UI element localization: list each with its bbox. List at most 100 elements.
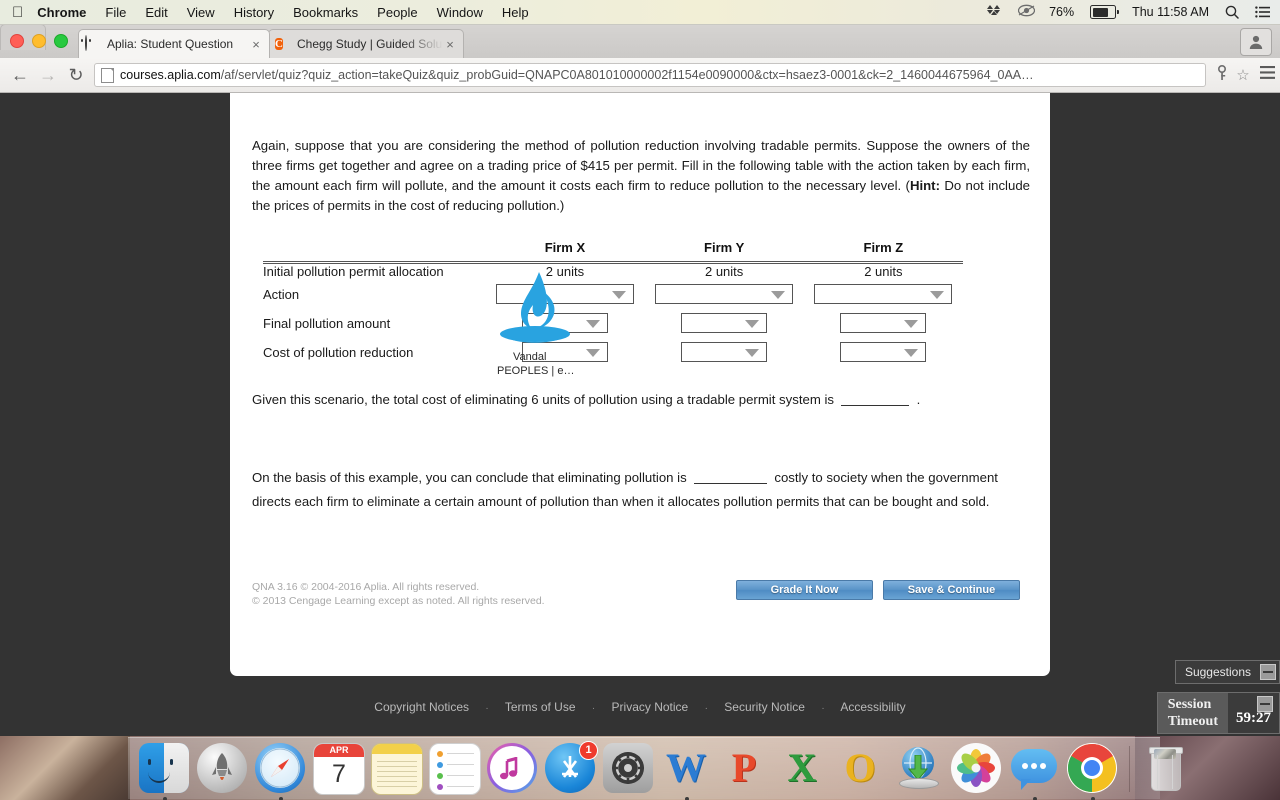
spotlight-search-icon[interactable]: [1225, 5, 1239, 19]
page-footer-area: QNA 3.16 © 2004-2016 Aplia. All rights r…: [252, 580, 1028, 608]
running-indicator-dot: [1091, 796, 1095, 800]
dock-item-powerpoint[interactable]: P: [719, 743, 771, 795]
bookmark-star-icon[interactable]: ☆: [1232, 66, 1254, 84]
table-row: Initial pollution permit allocation 2 un…: [263, 263, 963, 279]
dock-item-safari[interactable]: [255, 742, 307, 800]
dock-item-finder[interactable]: [139, 742, 191, 800]
menu-item-chrome[interactable]: Chrome: [37, 5, 86, 20]
forward-arrow-icon[interactable]: →: [34, 66, 62, 84]
tab-chegg-study[interactable]: C Chegg Study | Guided Solu ×: [268, 29, 464, 58]
session-timeout-timer: 59:27: [1236, 710, 1271, 726]
suggestions-widget[interactable]: Suggestions: [1174, 660, 1280, 684]
dock-item-calendar[interactable]: APR 7: [313, 742, 365, 795]
total-cost-input[interactable]: [841, 392, 910, 406]
tab-title: Chegg Study | Guided Solu: [297, 37, 443, 51]
url-domain: courses.aplia.com: [120, 68, 221, 82]
footer-link-accessibility[interactable]: Accessibility: [840, 700, 905, 714]
menu-item-bookmarks[interactable]: Bookmarks: [293, 5, 358, 20]
menu-item-help[interactable]: Help: [502, 5, 529, 20]
footer-link-terms-of-use[interactable]: Terms of Use: [505, 700, 576, 714]
conclusion-text-before: On the basis of this example, you can co…: [252, 470, 687, 485]
battery-percent-label: 76%: [1049, 5, 1075, 19]
tab-title: Aplia: Student Question: [107, 37, 234, 51]
conclusion-input[interactable]: [694, 470, 768, 484]
close-icon[interactable]: ×: [443, 37, 457, 52]
apple-menu-icon[interactable]: : [12, 5, 23, 20]
footer-link-security-notice[interactable]: Security Notice: [724, 700, 805, 714]
dock-separator: [1129, 745, 1130, 792]
dock-item-system-preferences[interactable]: [603, 742, 655, 795]
action-buttons: Grade It Now Save & Continue: [736, 580, 1020, 600]
row-label-cost-reduction: Cost of pollution reduction: [263, 344, 414, 360]
select-cost-reduction-firm-y[interactable]: [681, 342, 768, 362]
dock-item-photos[interactable]: [951, 742, 1003, 795]
table-row: Cost of pollution reduction: [263, 333, 963, 362]
dock-item-notes[interactable]: [371, 742, 423, 795]
menu-item-edit[interactable]: Edit: [145, 5, 167, 20]
tab-strip: Aplia: Student Question × C Chegg Study …: [0, 24, 1280, 59]
table-header-firm-z: Firm Z: [863, 240, 904, 255]
maximize-window-button[interactable]: [54, 34, 68, 48]
dock-item-chrome[interactable]: [1067, 742, 1119, 800]
reload-icon[interactable]: ↻: [62, 66, 90, 84]
dock-item-trash[interactable]: [1140, 743, 1192, 795]
minimize-icon[interactable]: [1257, 696, 1273, 712]
minimize-window-button[interactable]: [32, 34, 46, 48]
calendar-day-label: 7: [332, 759, 346, 788]
tab-aplia-student-question[interactable]: Aplia: Student Question ×: [78, 29, 270, 58]
dock-item-excel[interactable]: X: [777, 743, 829, 795]
menu-item-history[interactable]: History: [234, 5, 274, 20]
menu-item-window[interactable]: Window: [437, 5, 483, 20]
select-final-pollution-firm-z[interactable]: [840, 313, 927, 333]
dropbox-icon[interactable]: [987, 5, 1002, 19]
menu-item-file[interactable]: File: [105, 5, 126, 20]
close-icon[interactable]: ×: [249, 37, 263, 52]
address-bar[interactable]: courses.aplia.com/af/servlet/quiz?quiz_a…: [94, 63, 1206, 87]
page-document-icon: [101, 67, 114, 83]
menu-item-people[interactable]: People: [377, 5, 417, 20]
dock-item-outlook[interactable]: O: [835, 743, 887, 795]
minimize-icon[interactable]: [1260, 664, 1276, 680]
session-timeout-label: Session Timeout: [1157, 693, 1228, 733]
footer-separator: ·: [821, 703, 825, 714]
aplia-face-icon: [85, 35, 101, 52]
select-action-firm-z[interactable]: [814, 284, 953, 304]
app-store-badge: 1: [579, 740, 598, 760]
mac-menu-bar:  Chrome File Edit View History Bookmark…: [0, 0, 1280, 25]
footer-link-copyright-notices[interactable]: Copyright Notices: [374, 700, 469, 714]
menu-item-view[interactable]: View: [187, 5, 215, 20]
grade-it-now-button[interactable]: Grade It Now: [736, 580, 873, 600]
menu-bar-clock[interactable]: Thu 11:58 AM: [1132, 5, 1209, 19]
profile-avatar-icon[interactable]: [1240, 28, 1272, 56]
dock-item-messages[interactable]: [1009, 743, 1061, 800]
row-label-initial-allocation: Initial pollution permit allocation: [263, 264, 444, 279]
select-cost-reduction-firm-x[interactable]: [521, 342, 608, 362]
flux-eye-icon[interactable]: [1017, 4, 1036, 20]
dock-item-launchpad[interactable]: [197, 742, 249, 795]
close-window-button[interactable]: [10, 34, 24, 48]
cell-initial-allocation-firm-z: 2 units: [864, 264, 903, 279]
password-key-icon[interactable]: [1212, 64, 1232, 86]
dock-item-app-store[interactable]: 1: [545, 740, 598, 795]
footer-separator: ·: [591, 703, 596, 714]
table-header-row: Firm X Firm Y Firm Z: [263, 240, 963, 261]
save-and-continue-button[interactable]: Save & Continue: [883, 580, 1020, 600]
select-final-pollution-firm-x[interactable]: [521, 313, 608, 333]
select-action-firm-x[interactable]: [495, 284, 634, 304]
chrome-menu-icon[interactable]: [1254, 66, 1280, 84]
total-cost-statement: Given this scenario, the total cost of e…: [252, 390, 1028, 410]
back-arrow-icon[interactable]: ←: [6, 66, 34, 84]
dock-item-itunes[interactable]: [487, 742, 539, 795]
row-label-final-pollution: Final pollution amount: [263, 315, 391, 331]
page-viewport: Again, suppose that you are considering …: [0, 92, 1280, 736]
select-action-firm-y[interactable]: [655, 284, 794, 304]
select-cost-reduction-firm-z[interactable]: [840, 342, 927, 362]
url-text: courses.aplia.com/af/servlet/quiz?quiz_a…: [120, 68, 1199, 82]
notification-center-icon[interactable]: [1255, 6, 1270, 18]
battery-icon[interactable]: [1090, 5, 1119, 19]
dock-item-word[interactable]: W: [661, 743, 713, 800]
footer-link-privacy-notice[interactable]: Privacy Notice: [612, 700, 689, 714]
select-final-pollution-firm-y[interactable]: [681, 313, 768, 333]
dock-item-downloader[interactable]: [893, 743, 945, 795]
dock-item-reminders[interactable]: [429, 742, 481, 795]
